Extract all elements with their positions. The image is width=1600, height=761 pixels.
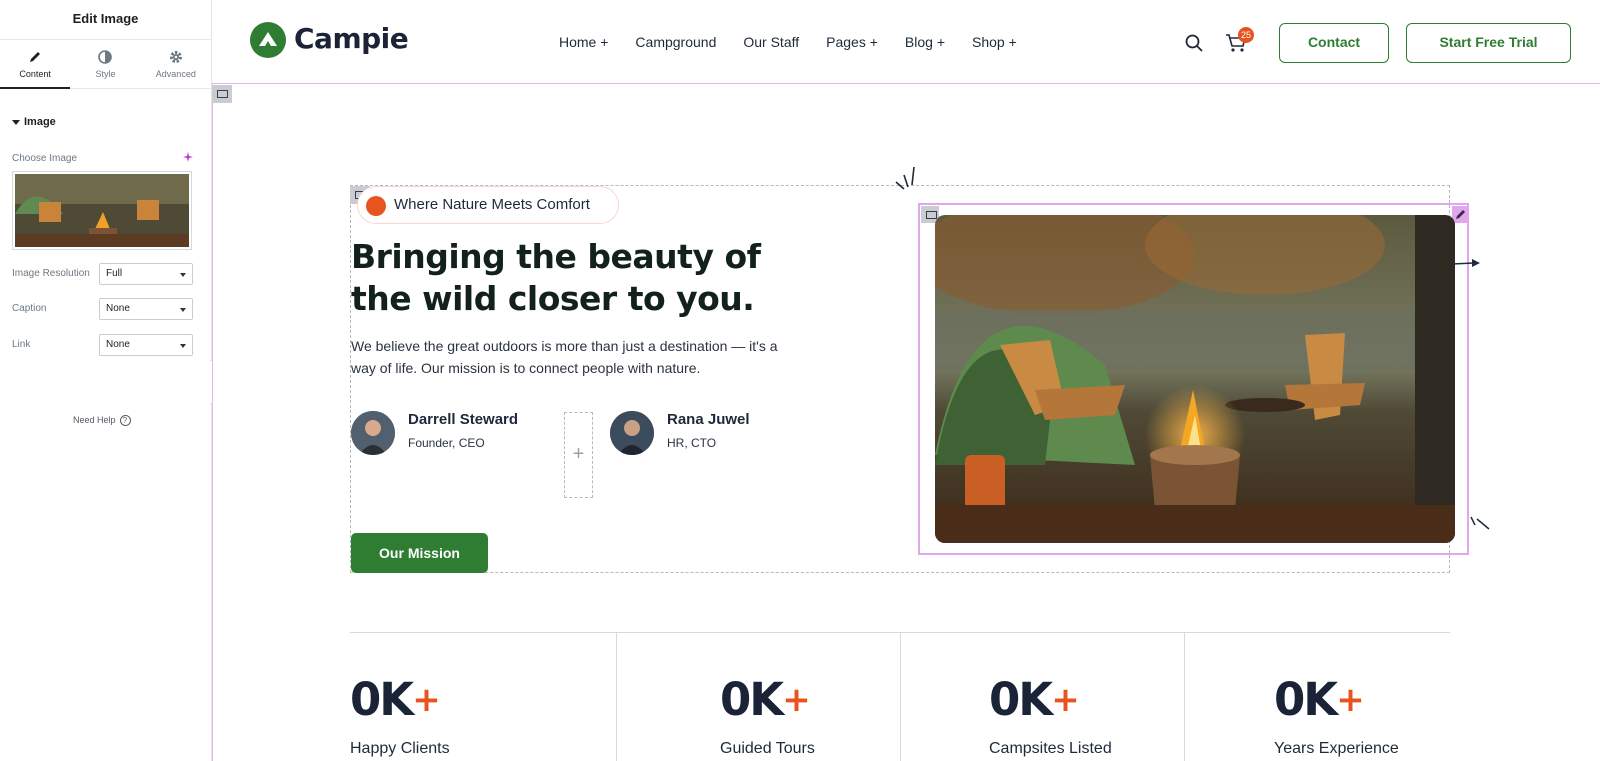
section-edit-handle[interactable] [212,85,232,103]
stat-label: Happy Clients [350,740,450,757]
tab-advanced[interactable]: Advanced [141,40,211,88]
stat-suffix: + [1051,680,1079,720]
stat-number: 0K [720,673,784,726]
add-element-placeholder[interactable]: + [564,412,593,498]
star-badge-icon [366,196,386,216]
avatar [610,411,654,455]
stat-years-experience: 0K+ Years Experience [1274,674,1399,758]
page-preview: Campie Home + Campground Our Staff Pages… [212,0,1600,761]
logo-text: Campie [294,22,409,55]
member-role: Founder, CEO [408,436,485,450]
stat-suffix: + [1336,680,1364,720]
choose-image-label: Choose Image [12,153,78,164]
stat-value: 0K+ [350,674,450,726]
section-label: Image [24,116,56,128]
member-name: Darrell Steward [408,411,519,428]
main-nav: Home + Campground Our Staff Pages + Blog… [559,34,1044,50]
nav-home[interactable]: Home + [559,34,608,50]
stat-guided-tours: 0K+ Guided Tours [720,674,815,758]
start-free-trial-button[interactable]: Start Free Trial [1406,23,1571,63]
link-label: Link [12,339,31,350]
image-resolution-label: Image Resolution [12,268,90,279]
image-thumbnail[interactable] [12,171,192,250]
logo-mark-icon [250,22,286,58]
hero-description: We believe the great outdoors is more th… [351,338,778,376]
stat-number: 0K [350,673,414,726]
stat-happy-clients: 0K+ Happy Clients [350,674,450,758]
arrow-doodle-icon [1452,259,1480,267]
half-circle-icon [98,50,113,64]
panel-tabs: Content Style Advanced [0,40,211,89]
help-icon: ? [119,415,131,426]
tagline-badge: Where Nature Meets Comfort [357,186,619,224]
nav-campground[interactable]: Campground [635,34,716,50]
link-select[interactable]: None [99,334,193,356]
caret-down-icon [12,119,20,125]
pencil-icon [30,52,41,62]
stat-campsites-listed: 0K+ Campsites Listed [989,674,1112,758]
stats-column-divider [616,632,617,761]
stat-suffix: + [412,680,440,720]
camping-photo [935,215,1455,543]
member-name: Rana Juwel [667,411,750,428]
sparkle-doodle-icon [895,166,915,190]
member-role: HR, CTO [667,436,717,450]
search-icon[interactable] [1184,33,1204,53]
gear-icon [169,51,182,63]
image-resolution-select[interactable]: Full [99,263,193,285]
stat-suffix: + [782,680,810,720]
tab-advanced-label: Advanced [155,69,196,79]
tagline-text: Where Nature Meets Comfort [394,196,590,213]
tab-style-label: Style [95,69,116,79]
stat-number: 0K [1274,673,1338,726]
our-mission-button[interactable]: Our Mission [351,533,488,573]
caption-select[interactable]: None [99,298,193,320]
cart-count-badge: 25 [1238,27,1254,43]
nav-shop[interactable]: Shop + [972,34,1017,50]
site-header: Campie Home + Campground Our Staff Pages… [212,0,1600,84]
avatar [351,411,395,455]
sparkle-doodle-icon [1470,516,1490,530]
hero-title: Bringing the beauty of the wild closer t… [351,237,761,318]
tab-content[interactable]: Content [0,40,71,89]
stat-value: 0K+ [989,674,1112,726]
need-help-link[interactable]: Need Help? [73,415,131,426]
tab-style[interactable]: Style [70,40,140,88]
panel-title: Edit Image [0,0,211,40]
stat-label: Campsites Listed [989,740,1112,757]
stat-label: Guided Tours [720,740,815,757]
stat-value: 0K+ [1274,674,1399,726]
preview-border [212,0,213,761]
stats-column-divider [1184,632,1185,761]
nav-pages[interactable]: Pages + [826,34,878,50]
thumbnail-picture [15,174,189,247]
ai-sparkle-icon[interactable] [182,151,194,163]
stat-number: 0K [989,673,1053,726]
contact-button[interactable]: Contact [1279,23,1389,63]
nav-blog[interactable]: Blog + [905,34,945,50]
need-help-label: Need Help [73,415,116,425]
tab-content-label: Content [19,69,51,79]
stat-label: Years Experience [1274,740,1399,757]
editor-panel: Edit Image Content Style Advanced Image … [0,0,212,761]
stat-value: 0K+ [720,674,815,726]
section-image-toggle[interactable]: Image [12,116,56,128]
edit-pencil-icon[interactable] [1452,206,1469,223]
nav-our-staff[interactable]: Our Staff [743,34,799,50]
stats-column-divider [900,632,901,761]
caption-label: Caption [12,303,47,314]
